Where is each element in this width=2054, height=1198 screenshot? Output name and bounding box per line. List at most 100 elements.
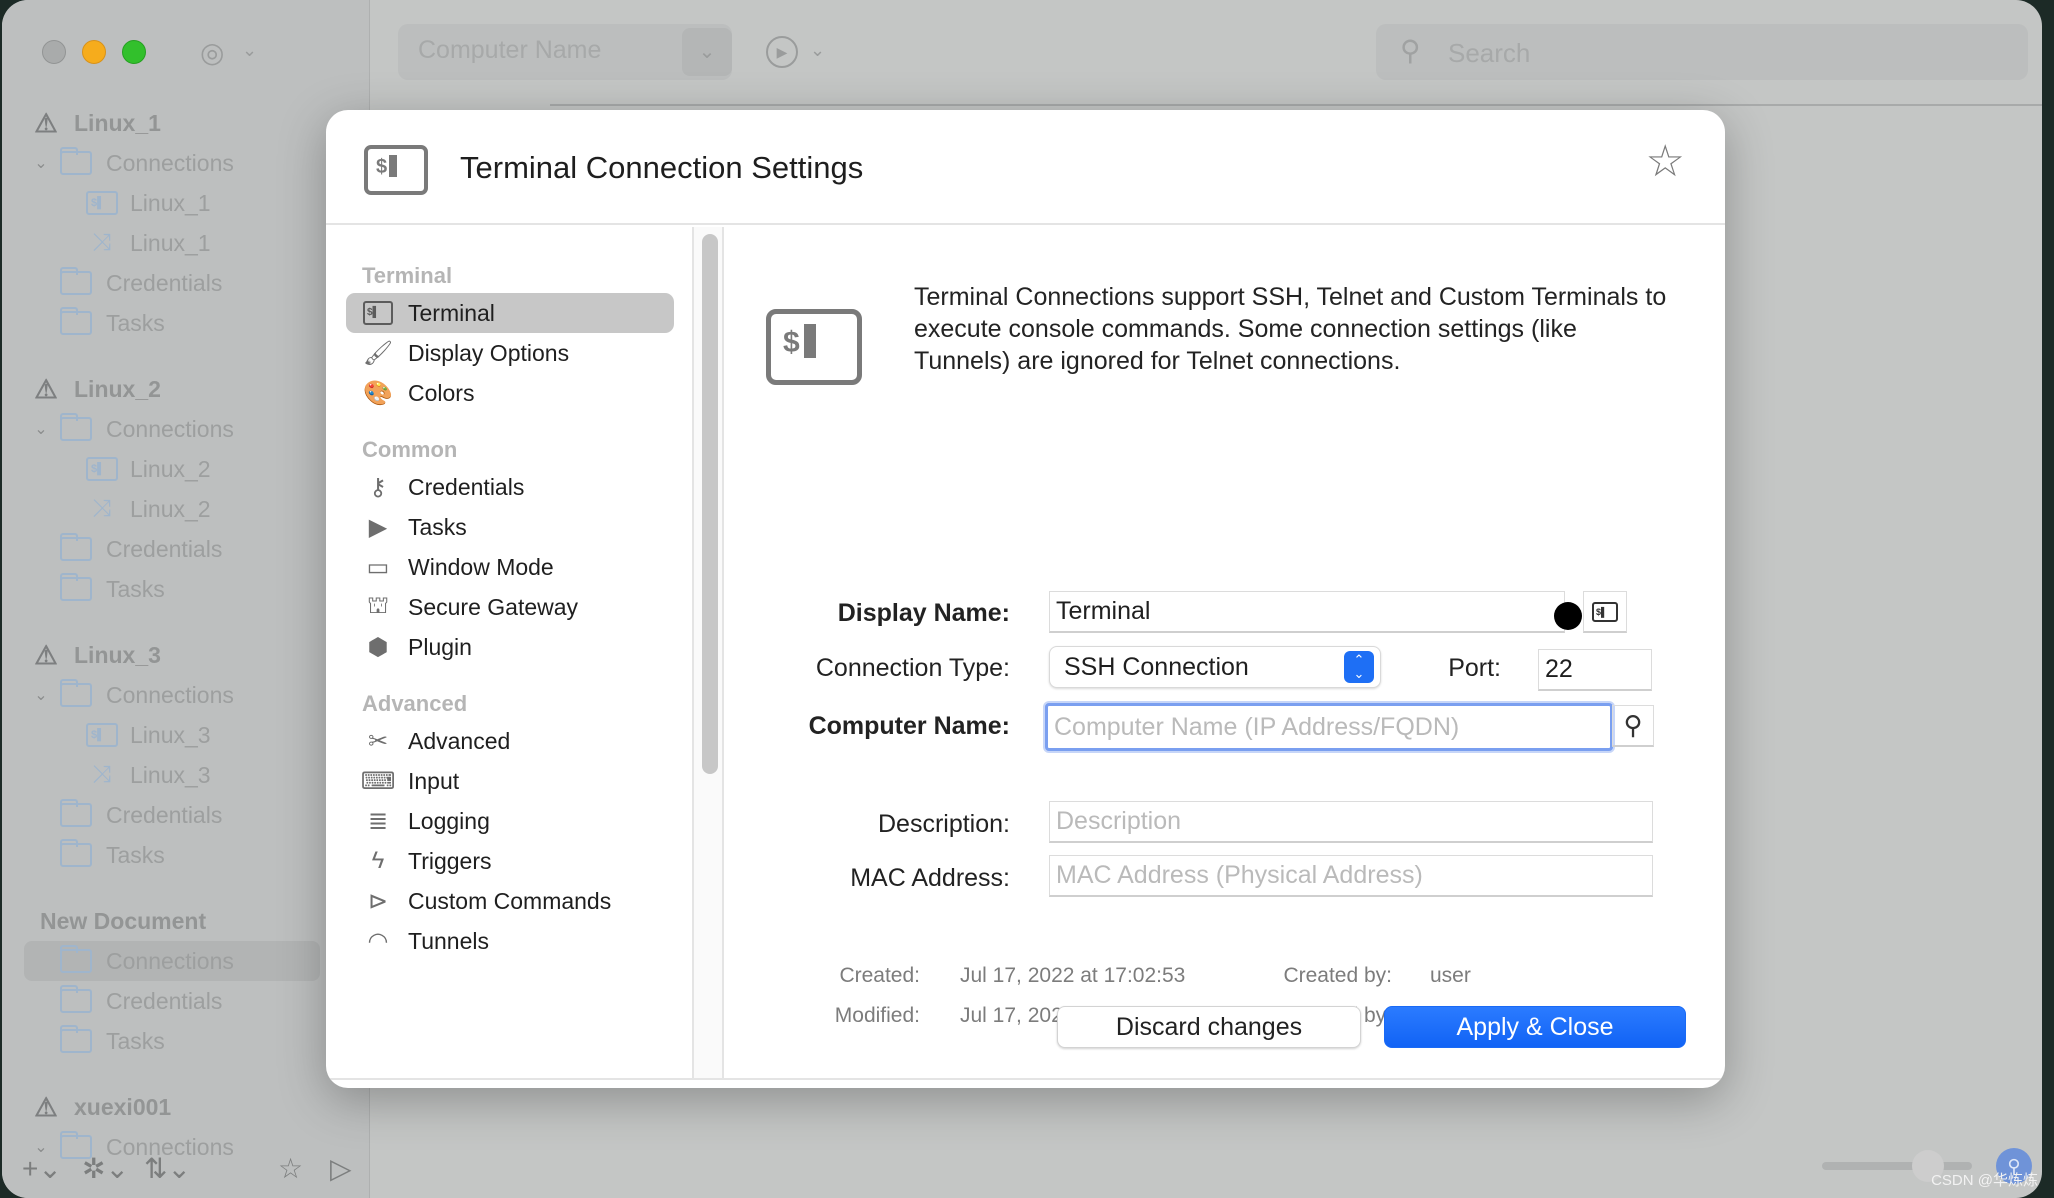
tree-connection[interactable]: $▌ Linux_2 — [86, 450, 211, 488]
tree-connection[interactable]: ⤨ Linux_1 — [86, 224, 210, 262]
tree-folder[interactable]: Credentials — [60, 530, 222, 568]
display-name-label: Display Name: — [837, 599, 1010, 627]
key-icon: ⚷ — [369, 473, 387, 501]
chevron-down-icon[interactable]: ⌄ — [810, 40, 825, 61]
connection-type-value: SSH Connection — [1064, 653, 1249, 681]
tree-document[interactable]: ⚠ xuexi001 — [32, 1088, 171, 1126]
tree-connection[interactable]: ⤨ Linux_2 — [86, 490, 210, 528]
nav-item-credentials[interactable]: ⚷ Credentials — [346, 467, 674, 507]
window-minimize-button[interactable] — [82, 40, 106, 64]
ssh-tunnel-icon: ⤨ — [92, 761, 112, 788]
sync-status-icon[interactable]: ⇅⌄ — [144, 1152, 191, 1185]
window-close-button[interactable] — [42, 40, 66, 64]
folder-icon — [60, 839, 92, 867]
chevron-down-icon[interactable]: ⌄ — [682, 28, 732, 76]
folder-icon — [60, 533, 92, 561]
chevron-down-icon[interactable]: ⌄ — [30, 419, 52, 439]
tree-folder[interactable]: Credentials — [60, 796, 222, 834]
nav-section-header: Advanced — [362, 691, 468, 716]
terminal-icon: $▌ — [86, 723, 118, 747]
tasks-icon: ▶ — [368, 513, 388, 541]
app-sidebar: ◎ ⌄ ⚠ Linux_1 ⌄ Connections $▌ Linux_1 ⤨ Linux_… — [2, 0, 370, 1198]
tree-item-label: New Document — [40, 907, 207, 934]
port-input[interactable] — [1538, 649, 1652, 691]
tree-folder[interactable]: Tasks — [60, 304, 165, 342]
dialog-title: Terminal Connection Settings — [460, 150, 864, 185]
nav-item-logging[interactable]: ≣ Logging — [346, 801, 674, 841]
tree-folder[interactable]: Tasks — [60, 570, 165, 608]
chevron-down-icon[interactable]: ⌄ — [242, 40, 257, 61]
tree-folder[interactable]: Credentials — [60, 264, 222, 302]
play-icon[interactable]: ▶ — [766, 36, 798, 68]
computer-name-combo[interactable]: Computer Name ⌄ — [398, 24, 732, 80]
nav-item-colors[interactable]: 🎨 Colors — [346, 373, 674, 413]
apply-close-button[interactable]: Apply & Close — [1384, 1006, 1686, 1048]
tree-document[interactable]: ⚠ Linux_1 — [32, 104, 161, 142]
nav-item-display-options[interactable]: 🖌 Display Options — [346, 333, 674, 373]
warning-icon: ⚠ — [34, 640, 58, 670]
tree-item-label: xuexi001 — [74, 1093, 172, 1120]
nav-item-triggers[interactable]: ϟ Triggers — [346, 841, 674, 881]
play-icon[interactable]: ▷ — [330, 1152, 352, 1185]
gear-icon[interactable]: ✲⌄ — [82, 1152, 129, 1185]
tree-connection[interactable]: $▌ Linux_3 — [86, 716, 211, 754]
tree-item-label: Connections — [106, 149, 234, 176]
nav-scrollbar-thumb[interactable] — [702, 234, 718, 774]
folder-icon — [60, 945, 92, 973]
tree-folder[interactable]: ⌄ Connections — [30, 144, 234, 182]
nav-item-label: Tasks — [408, 513, 467, 540]
folder-icon — [60, 1025, 92, 1053]
tree-document[interactable]: ⚠ Linux_2 — [32, 370, 161, 408]
lookup-icon[interactable]: ⚲ — [1612, 705, 1654, 747]
nav-item-plugin[interactable]: ⬢ Plugin — [346, 627, 674, 667]
nav-item-terminal[interactable]: $▌ Terminal — [346, 293, 674, 333]
tree-item-label: Linux_3 — [74, 641, 161, 668]
nav-item-tunnels[interactable]: ◠ Tunnels — [346, 921, 674, 961]
tree-connection[interactable]: $▌ Linux_1 — [86, 184, 211, 222]
tree-item-label: Linux_2 — [74, 375, 161, 402]
connection-type-select[interactable]: SSH Connection ⌃ ⌄ — [1049, 646, 1381, 688]
add-icon[interactable]: +⌄ — [22, 1152, 62, 1185]
terminal-icon: $ — [364, 145, 428, 195]
chevron-down-icon[interactable]: ⌄ — [30, 153, 52, 173]
warning-icon: ⚠ — [34, 108, 58, 138]
discard-changes-button[interactable]: Discard changes — [1057, 1006, 1361, 1048]
description-input[interactable] — [1049, 801, 1653, 843]
tree-folder[interactable]: Credentials — [60, 982, 222, 1020]
tree-item-label: Linux_3 — [130, 761, 211, 788]
nav-item-advanced[interactable]: ✂ Advanced — [346, 721, 674, 761]
mac-address-input[interactable] — [1049, 855, 1653, 897]
tree-item-label: Tasks — [106, 309, 165, 336]
search-field[interactable]: ⚲ Search — [1376, 24, 2028, 80]
tree-item-label: Credentials — [106, 535, 223, 562]
tree-folder[interactable]: Tasks — [60, 1022, 165, 1060]
display-color-swatch[interactable] — [1554, 602, 1582, 630]
created-by-value: user — [1430, 964, 1471, 987]
chevron-down-icon[interactable]: ⌄ — [30, 685, 52, 705]
tree-folder[interactable]: ⌄ Connections — [30, 410, 234, 448]
secure-gateway-icon: ⛫ — [366, 592, 390, 619]
nav-item-custom-commands[interactable]: ⊳ Custom Commands — [346, 881, 674, 921]
nav-item-input[interactable]: ⌨ Input — [346, 761, 674, 801]
sync-icon[interactable]: ◎ — [200, 36, 224, 69]
search-icon: ⚲ — [1400, 35, 1421, 66]
display-icon-button[interactable]: $▌ — [1583, 591, 1627, 633]
created-value: Jul 17, 2022 at 17:02:53 — [960, 964, 1186, 987]
favorite-star-icon[interactable]: ☆ — [1646, 140, 1685, 184]
display-name-input[interactable] — [1049, 591, 1565, 633]
favorite-star-icon[interactable]: ☆ — [278, 1152, 303, 1185]
search-placeholder: Search — [1448, 38, 1531, 68]
tree-folder[interactable]: Connections — [60, 942, 234, 980]
window-maximize-button[interactable] — [122, 40, 146, 64]
tree-document[interactable]: ⚠ Linux_3 — [32, 636, 161, 674]
nav-section-header: Terminal — [362, 263, 453, 288]
tree-document[interactable]: New Document — [40, 902, 206, 940]
tree-connection[interactable]: ⤨ Linux_3 — [86, 756, 211, 794]
tree-folder[interactable]: ⌄ Connections — [30, 676, 234, 714]
tree-folder[interactable]: Tasks — [60, 836, 165, 874]
created-by-label: Created by: — [1283, 964, 1392, 987]
computer-name-input[interactable] — [1045, 703, 1613, 751]
nav-item-tasks[interactable]: ▶ Tasks — [346, 507, 674, 547]
nav-item-window-mode[interactable]: ▭ Window Mode — [346, 547, 674, 587]
nav-item-secure-gateway[interactable]: ⛫ Secure Gateway — [346, 587, 674, 627]
